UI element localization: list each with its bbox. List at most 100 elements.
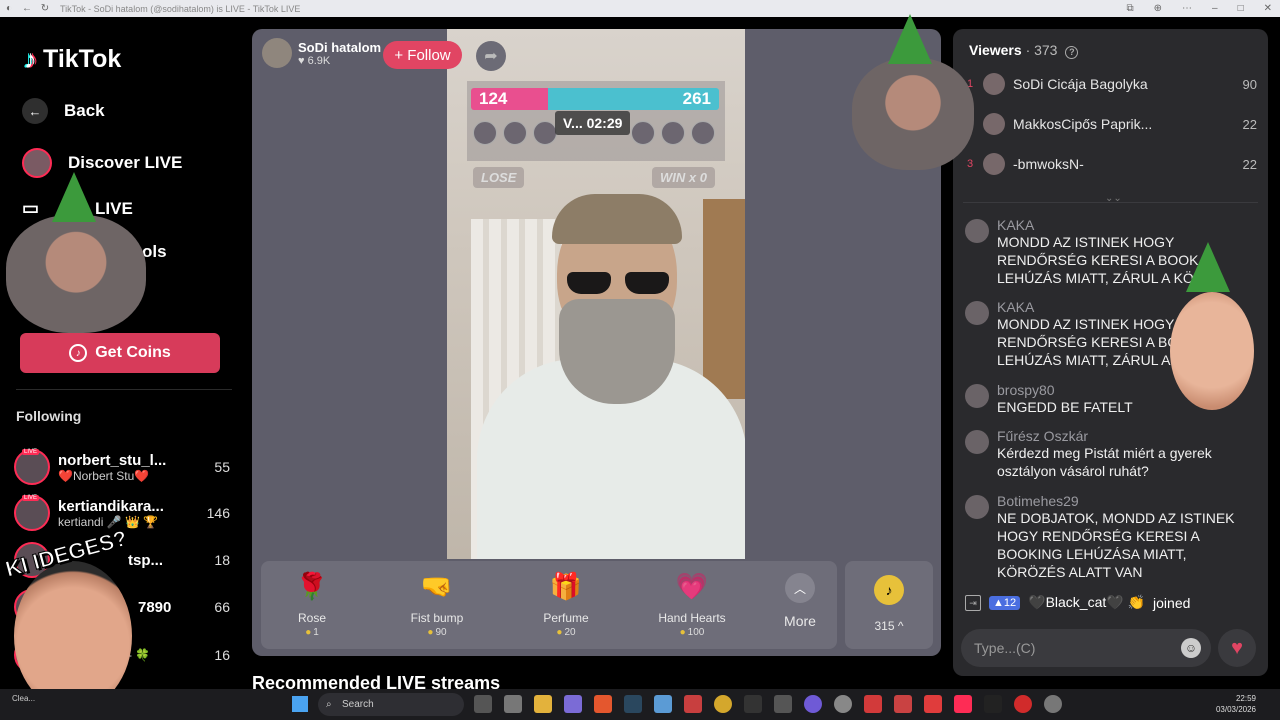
tiktok-app-icon[interactable] — [954, 695, 972, 713]
refresh-icon[interactable]: ↻ — [36, 3, 54, 14]
settings-icon[interactable] — [1044, 695, 1062, 713]
message-avatar[interactable] — [965, 384, 989, 408]
live-badge: LIVE — [22, 449, 40, 455]
task-view-icon[interactable] — [474, 695, 492, 713]
windows-start-icon[interactable] — [292, 696, 308, 712]
top-viewer-row[interactable]: 1 SoDi Cicája Bagolyka 90 — [967, 69, 1257, 99]
message-user[interactable]: KAKA — [997, 217, 1235, 233]
gifter-avatar[interactable] — [533, 121, 557, 145]
search-label: Search — [342, 699, 374, 710]
taskbar-clock[interactable]: 22:59 03/03/2026 — [1216, 693, 1256, 715]
gift-hand-hearts[interactable]: 💗 Hand Hearts 100 — [647, 569, 737, 638]
door — [703, 199, 745, 399]
viewers-header[interactable]: Viewers · 373 ? — [969, 42, 1079, 59]
discord-icon[interactable] — [564, 695, 582, 713]
get-coins-button[interactable]: ♪ Get Coins — [20, 333, 220, 373]
join-notification: ⇥ ▲12 🖤Black_cat🖤 👏 joined — [965, 594, 1190, 611]
coin-icon: ♪ — [69, 344, 88, 362]
back-button[interactable]: ← Back — [22, 98, 105, 124]
following-item[interactable]: LIVE norbert_stu_l... ❤️Norbert Stu❤️ 55 — [14, 447, 230, 487]
brave-icon[interactable] — [594, 695, 612, 713]
message-avatar[interactable] — [965, 301, 989, 325]
app-icon[interactable] — [924, 695, 942, 713]
viewer-score: 90 — [1242, 76, 1257, 92]
chevron-up-icon: ︿ — [785, 573, 815, 603]
file-explorer-icon[interactable] — [534, 695, 552, 713]
emoji-icon[interactable]: ☺ — [1181, 638, 1201, 658]
gifter-avatar[interactable] — [473, 121, 497, 145]
chat-input[interactable]: Type...(C) — [961, 629, 1211, 667]
steam-icon[interactable] — [624, 695, 642, 713]
help-icon[interactable]: ? — [1065, 46, 1079, 59]
face-sticker — [1170, 292, 1254, 410]
gifter-avatar[interactable] — [631, 121, 655, 145]
menu-icon[interactable]: ⋯ — [1182, 3, 1192, 14]
top-viewer-row[interactable]: 2 MakkosCipős Paprik... 22 — [967, 109, 1257, 139]
window-title: TikTok - SoDi hatalom (@sodihatalom) is … — [60, 3, 301, 14]
message-avatar[interactable] — [965, 430, 989, 454]
tiktok-app-icon[interactable] — [984, 695, 1002, 713]
message-text: ENGEDD BE FATELT — [997, 399, 1133, 415]
like-heart-icon[interactable]: ♥ — [1218, 629, 1256, 667]
gift-rose[interactable]: 🌹 Rose 1 — [267, 569, 357, 638]
coin-balance: 315 ^ — [874, 619, 904, 633]
top-viewer-row[interactable]: 3 -bmwoksN- 22 — [967, 149, 1257, 179]
gift-fist-bump[interactable]: 🤜 Fist bump 90 — [392, 569, 482, 638]
opera-icon[interactable] — [1014, 695, 1032, 713]
follow-button[interactable]: + Follow — [383, 41, 462, 69]
taskbar: Clea... ⌕ Search 22:59 03/03/2026 — [0, 689, 1280, 720]
message-user[interactable]: brospy80 — [997, 382, 1133, 398]
minimize-icon[interactable]: – — [1212, 3, 1218, 14]
message-avatar[interactable] — [965, 495, 989, 519]
viewers-count: · 373 — [1025, 42, 1058, 58]
back-arrow-icon[interactable]: ← — [18, 3, 36, 14]
joined-user[interactable]: 🖤Black_cat🖤 👏 — [1028, 594, 1145, 611]
pineapple-sticker — [888, 14, 932, 64]
clock-time: 22:59 — [1235, 694, 1256, 703]
weather-widget[interactable]: Clea... — [12, 694, 35, 703]
tiktok-logo[interactable]: ♪ TikTok — [24, 44, 121, 75]
host-info[interactable]: SoDi hatalom ♥ 6.9K — [262, 38, 381, 68]
maximize-icon[interactable]: □ — [1238, 3, 1244, 14]
message-user[interactable]: Botimehes29 — [997, 493, 1235, 509]
cast-icon[interactable]: ⧉ — [1126, 3, 1133, 14]
app-icon[interactable] — [864, 695, 882, 713]
app-icon[interactable] — [804, 695, 822, 713]
live-video[interactable]: 124 261 V... 02:29 LOSE WIN x 0 — [447, 29, 745, 559]
taskbar-search[interactable]: ⌕ Search — [318, 693, 464, 716]
app-icon[interactable] — [744, 695, 762, 713]
discover-live-link[interactable]: Discover LIVE — [22, 148, 182, 178]
live-badge: LIVE — [22, 495, 40, 501]
viewer-name: MakkosCipős Paprik... — [1013, 116, 1153, 132]
gifter-avatar[interactable] — [503, 121, 527, 145]
chrome-icon[interactable] — [834, 695, 852, 713]
message-user[interactable]: Fűrész Oszkár — [997, 428, 1235, 444]
message-avatar[interactable] — [965, 219, 989, 243]
user-level-value: 12 — [1003, 596, 1017, 609]
app-icon[interactable] — [504, 695, 522, 713]
gifter-avatar[interactable] — [691, 121, 715, 145]
chat-message: Fűrész Oszkár Kérdezd meg Pistát miért a … — [965, 428, 1235, 480]
gifter-avatar[interactable] — [661, 121, 685, 145]
back-label: Back — [64, 101, 105, 120]
app-icon[interactable] — [684, 695, 702, 713]
app-icon[interactable] — [714, 695, 732, 713]
app-icon[interactable] — [654, 695, 672, 713]
viewer-count: 146 — [206, 505, 230, 521]
app-icon[interactable] — [774, 695, 792, 713]
host-avatar[interactable] — [262, 38, 292, 68]
viewer-count: 16 — [214, 647, 230, 663]
hand-hearts-icon: 💗 — [675, 571, 709, 601]
coin-balance-button[interactable]: ♪ 315 ^ — [845, 561, 933, 649]
gift-perfume[interactable]: 🎁 Perfume 20 — [521, 569, 611, 638]
chat-divider — [963, 202, 1258, 203]
share-icon[interactable]: ➦ — [476, 41, 506, 71]
rose-icon: 🌹 — [295, 571, 329, 601]
host-name: SoDi hatalom — [298, 39, 382, 55]
app-icon[interactable] — [894, 695, 912, 713]
clock-date: 03/03/2026 — [1215, 705, 1256, 714]
close-icon[interactable]: ✕ — [1264, 3, 1272, 14]
zoom-icon[interactable]: ⊕ — [1154, 3, 1162, 14]
more-gifts-button[interactable]: ︿ More — [775, 573, 825, 629]
pineapple-sticker — [1186, 242, 1230, 292]
